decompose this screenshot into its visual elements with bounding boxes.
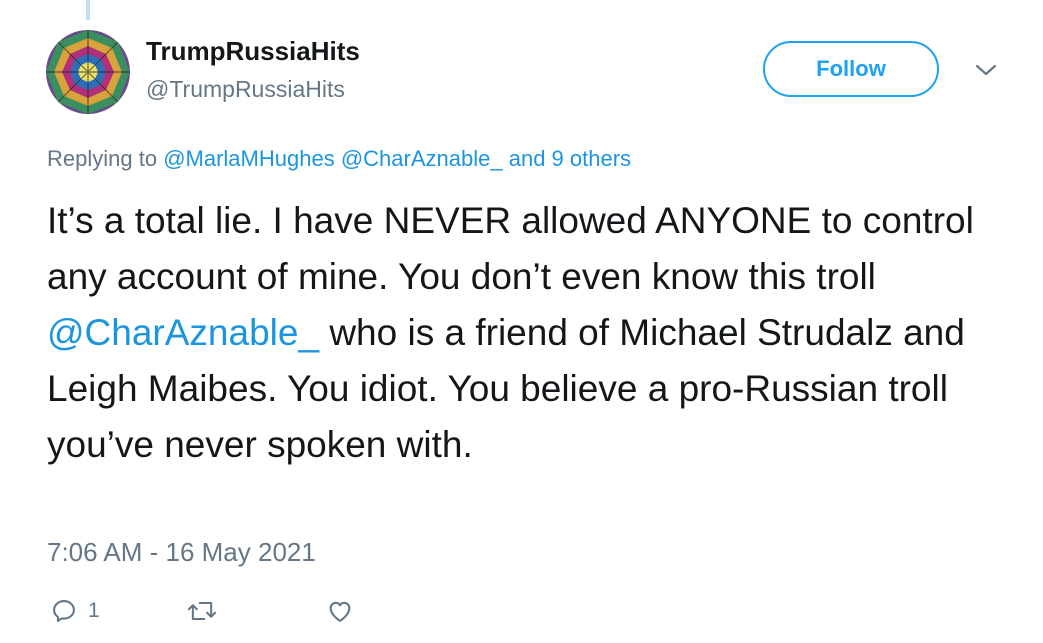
like-icon [329,601,351,622]
tweet-text: It’s a total lie. I have NEVER allowed A… [47,193,1017,473]
tweet-text-part: It’s a total lie. I have NEVER allowed A… [47,200,974,297]
others-link[interactable]: and 9 others [509,146,631,171]
like-button[interactable] [326,597,354,625]
mention-link[interactable]: @MarlaMHughes [163,146,335,171]
avatar[interactable] [46,30,130,114]
reply-icon [53,600,75,622]
chevron-down-icon[interactable] [973,61,999,79]
kaleidoscope-avatar-icon [46,30,130,114]
reply-count: 1 [88,599,100,622]
retweet-icon [187,601,217,621]
author-display-name[interactable]: TrumpRussiaHits [146,36,360,67]
tweet-mention-link[interactable]: @CharAznable_ [47,312,319,353]
tweet-timestamp[interactable]: 7:06 AM - 16 May 2021 [47,537,316,568]
replying-to-line: Replying to @MarlaMHughes @CharAznable_ … [47,146,631,172]
retweet-button[interactable] [186,597,218,625]
reply-button[interactable]: 1 [50,597,100,625]
follow-button[interactable]: Follow [763,41,939,97]
thread-connector-line [86,0,90,20]
mention-link[interactable]: @CharAznable_ [341,146,503,171]
author-handle[interactable]: @TrumpRussiaHits [146,76,345,103]
replying-to-prefix: Replying to [47,146,158,171]
